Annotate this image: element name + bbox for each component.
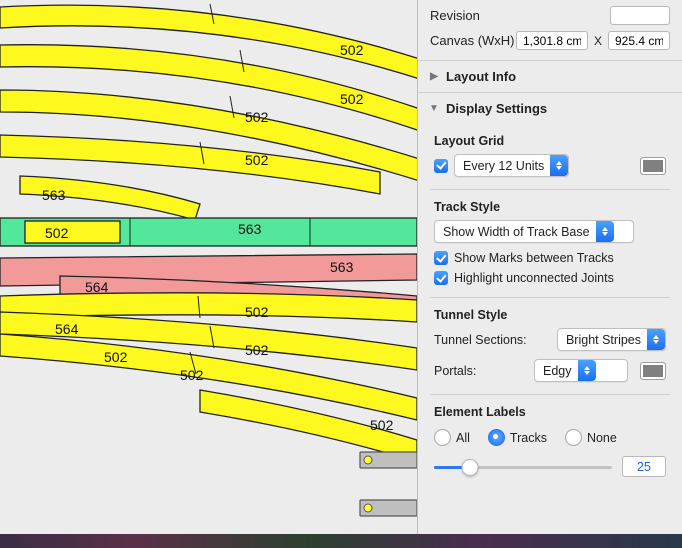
track-layout-svg: 502 502 502 502 563 502 563 563 564 564 … bbox=[0, 0, 423, 534]
tunnel-sections-value: Bright Stripes bbox=[566, 333, 647, 347]
element-labels-radio-group: All Tracks None bbox=[418, 423, 682, 448]
portals-value: Edgy bbox=[543, 364, 578, 378]
revision-label: Revision bbox=[430, 8, 610, 23]
canvas-width-input[interactable] bbox=[516, 31, 588, 50]
layout-grid-row: Every 12 Units bbox=[418, 152, 682, 179]
track-style-select-value: Show Width of Track Base bbox=[443, 225, 596, 239]
tunnel-sections-select[interactable]: Bright Stripes bbox=[557, 328, 666, 351]
track-label: 502 bbox=[245, 109, 269, 125]
layout-grid-select[interactable]: Every 12 Units bbox=[454, 154, 569, 177]
portals-color-well[interactable] bbox=[640, 362, 666, 380]
track-label: 502 bbox=[340, 42, 364, 58]
track-label: 502 bbox=[245, 342, 269, 358]
track-label: 502 bbox=[340, 91, 364, 107]
label-size-value: 25 bbox=[622, 456, 666, 477]
canvas-label: Canvas (WxH) bbox=[430, 33, 516, 48]
canvas-by-label: X bbox=[594, 34, 602, 48]
layout-grid-select-value: Every 12 Units bbox=[463, 159, 550, 173]
show-marks-label: Show Marks between Tracks bbox=[454, 251, 614, 265]
select-arrows-icon bbox=[596, 221, 614, 242]
track-label: 563 bbox=[42, 187, 66, 203]
revision-input[interactable] bbox=[610, 6, 670, 25]
select-arrows-icon bbox=[647, 329, 665, 350]
track-label: 564 bbox=[85, 279, 109, 295]
radio-none[interactable] bbox=[565, 429, 582, 446]
layout-grid-color-well[interactable] bbox=[640, 157, 666, 175]
canvas-size-row: Canvas (WxH) X bbox=[418, 25, 682, 60]
track-style-title: Track Style bbox=[418, 190, 682, 218]
section-title: Layout Info bbox=[446, 69, 516, 84]
select-arrows-icon bbox=[578, 360, 596, 381]
track-label: 564 bbox=[55, 321, 79, 337]
section-title: Display Settings bbox=[446, 101, 547, 116]
track-label: 502 bbox=[370, 417, 394, 433]
canvas-height-input[interactable] bbox=[608, 31, 670, 50]
portals-select[interactable]: Edgy bbox=[534, 359, 628, 382]
chevron-down-icon: ▼ bbox=[428, 103, 440, 114]
highlight-joints-label: Highlight unconnected Joints bbox=[454, 271, 614, 285]
radio-all[interactable] bbox=[434, 429, 451, 446]
track-label: 502 bbox=[45, 225, 69, 241]
track-label: 502 bbox=[104, 349, 128, 365]
revision-row: Revision bbox=[418, 0, 682, 25]
element-labels-title: Element Labels bbox=[418, 395, 682, 423]
select-arrows-icon bbox=[550, 155, 568, 176]
radio-none-label: None bbox=[587, 431, 617, 445]
radio-tracks-label: Tracks bbox=[510, 431, 547, 445]
portals-label: Portals: bbox=[434, 364, 528, 378]
inspector-panel: Revision Canvas (WxH) X ▶ Layout Info ▼ … bbox=[417, 0, 682, 534]
track-label: 502 bbox=[245, 304, 269, 320]
section-layout-info[interactable]: ▶ Layout Info bbox=[418, 60, 682, 92]
tunnel-style-title: Tunnel Style bbox=[418, 298, 682, 326]
show-marks-checkbox[interactable] bbox=[434, 251, 448, 265]
section-display-settings[interactable]: ▼ Display Settings bbox=[418, 92, 682, 124]
chevron-right-icon: ▶ bbox=[428, 71, 440, 82]
track-label: 563 bbox=[238, 221, 262, 237]
label-size-slider[interactable] bbox=[434, 458, 612, 476]
layout-grid-title: Layout Grid bbox=[418, 124, 682, 152]
track-label: 502 bbox=[180, 367, 204, 383]
track-label: 502 bbox=[245, 152, 269, 168]
radio-tracks[interactable] bbox=[488, 429, 505, 446]
track-piece bbox=[25, 221, 120, 243]
bottom-strip bbox=[0, 534, 682, 548]
tunnel-sections-label: Tunnel Sections: bbox=[434, 333, 551, 347]
track-label: 563 bbox=[330, 259, 354, 275]
radio-all-label: All bbox=[456, 431, 470, 445]
track-style-select[interactable]: Show Width of Track Base bbox=[434, 220, 634, 243]
layout-grid-checkbox[interactable] bbox=[434, 159, 448, 173]
highlight-joints-checkbox[interactable] bbox=[434, 271, 448, 285]
canvas-area[interactable]: 502 502 502 502 563 502 563 563 564 564 … bbox=[0, 0, 417, 534]
